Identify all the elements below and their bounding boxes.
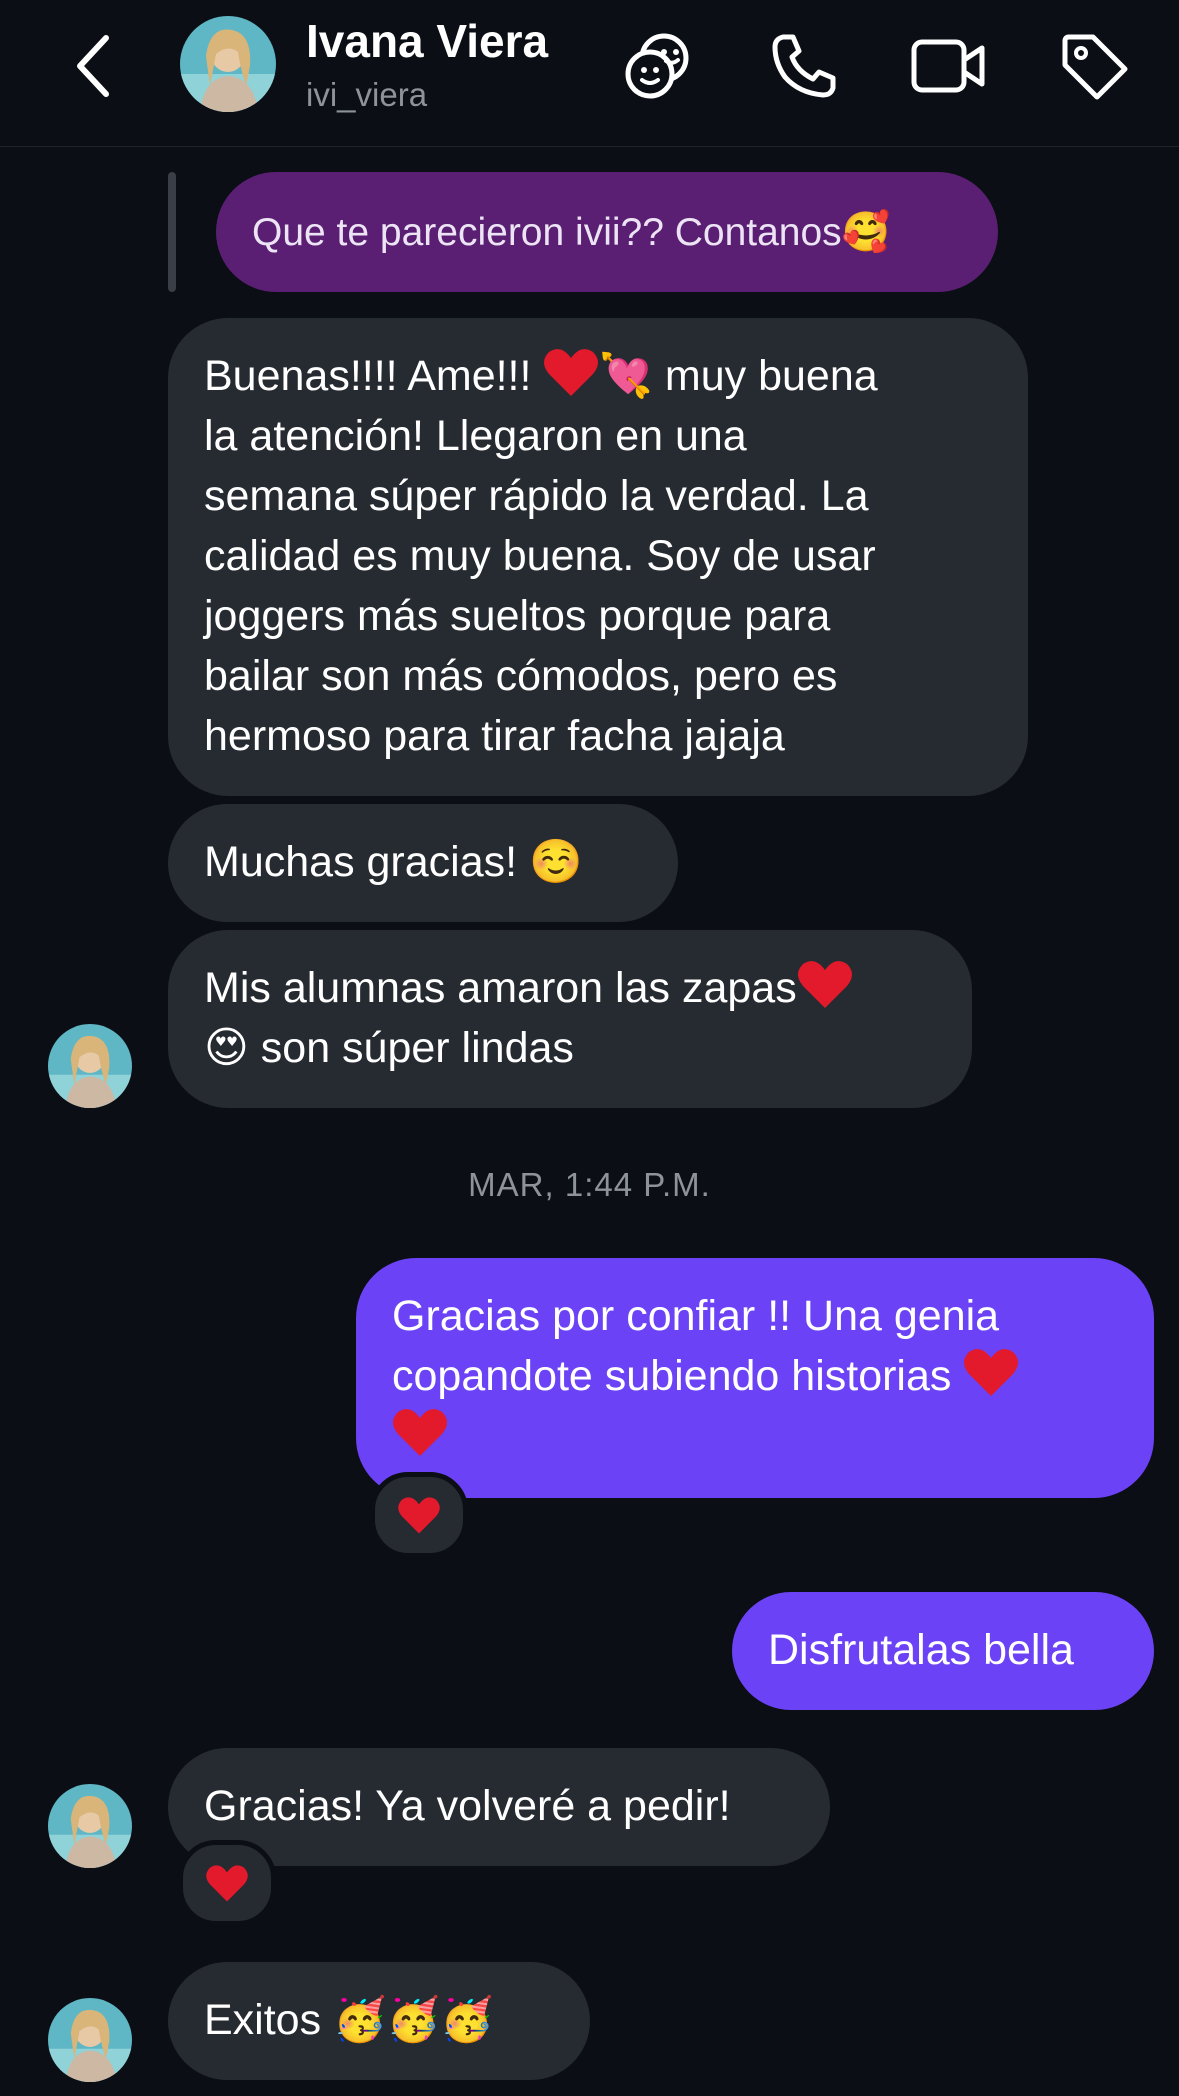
message-line: semana súper rápido la verdad. La [204, 472, 869, 520]
timestamp-divider: MAR, 1:44 P.M. [468, 1166, 711, 1203]
message-line: copandote subiendo historias [392, 1346, 1118, 1406]
message-bubble-incoming[interactable]: Mis alumnas amaron las zapas 😍 son súper… [168, 930, 972, 1108]
back-button[interactable] [64, 28, 124, 104]
sender-avatar[interactable] [48, 1998, 132, 2082]
message-bubble-outgoing[interactable]: Disfrutalas bella [732, 1592, 1154, 1710]
message-bubble-incoming[interactable]: Buenas!!!! Ame!!! 💘 muy buena la atenció… [168, 318, 1028, 796]
contact-avatar[interactable] [180, 16, 276, 112]
heart-icon [206, 1865, 248, 1902]
message-text: Exitos 🥳🥳🥳 [204, 1996, 494, 2044]
audio-call-button[interactable] [764, 28, 844, 104]
heart-icon [393, 1409, 447, 1456]
heart-icon [398, 1497, 440, 1534]
contact-username[interactable]: ivi_viera [306, 76, 427, 114]
sender-avatar[interactable] [48, 1784, 132, 1868]
message-bubble-outgoing[interactable]: Gracias por confiar !! Una genia copando… [356, 1258, 1154, 1498]
message-line: calidad es muy buena. Soy de usar [204, 532, 876, 580]
message-line: Mis alumnas amaron las zapas [204, 958, 936, 1018]
replied-story-message[interactable]: Que te parecieron ivii?? Contanos🥰 [216, 172, 998, 292]
message-line: Buenas!!!! Ame!!! 💘 muy buena [204, 346, 992, 406]
message-reaction[interactable] [178, 1840, 276, 1926]
message-line: Gracias por confiar !! Una genia [392, 1292, 1000, 1340]
message-text: Gracias! Ya volveré a pedir! [204, 1782, 731, 1830]
message-bubble-incoming[interactable]: Muchas gracias! ☺️ [168, 804, 678, 922]
message-line: joggers más sueltos porque para [204, 592, 831, 640]
tag-icon [1062, 34, 1128, 100]
phone-icon [772, 34, 836, 98]
stickers-icon [625, 33, 689, 99]
message-bubble-incoming[interactable]: Exitos 🥳🥳🥳 [168, 1962, 590, 2080]
reply-text: Que te parecieron ivii?? Contanos🥰 [252, 211, 891, 254]
message-reaction[interactable] [370, 1472, 468, 1558]
message-text: Disfrutalas bella [768, 1626, 1074, 1674]
video-call-button[interactable] [908, 28, 988, 104]
message-line: la atención! Llegaron en una [204, 412, 747, 460]
video-icon [911, 39, 985, 93]
label-button[interactable] [1054, 28, 1134, 104]
message-line: 😍 son súper lindas [204, 1023, 574, 1073]
message-bubble-incoming[interactable]: Gracias! Ya volveré a pedir! [168, 1748, 830, 1866]
message-line: bailar son más cómodos, pero es [204, 652, 838, 700]
heart-icon [544, 349, 599, 396]
message-line [392, 1406, 1118, 1466]
reply-indicator-bar [168, 172, 176, 292]
chat-header: Ivana Viera ivi_viera [0, 0, 1179, 147]
back-icon [77, 35, 109, 97]
heart-icon [964, 1349, 1019, 1396]
message-text: Muchas gracias! ☺️ [204, 838, 583, 886]
stickers-button[interactable] [618, 28, 698, 104]
message-line: hermoso para tirar facha jajaja [204, 712, 785, 760]
heart-icon [797, 961, 852, 1008]
sender-avatar[interactable] [48, 1024, 132, 1108]
contact-name[interactable]: Ivana Viera [306, 14, 548, 68]
